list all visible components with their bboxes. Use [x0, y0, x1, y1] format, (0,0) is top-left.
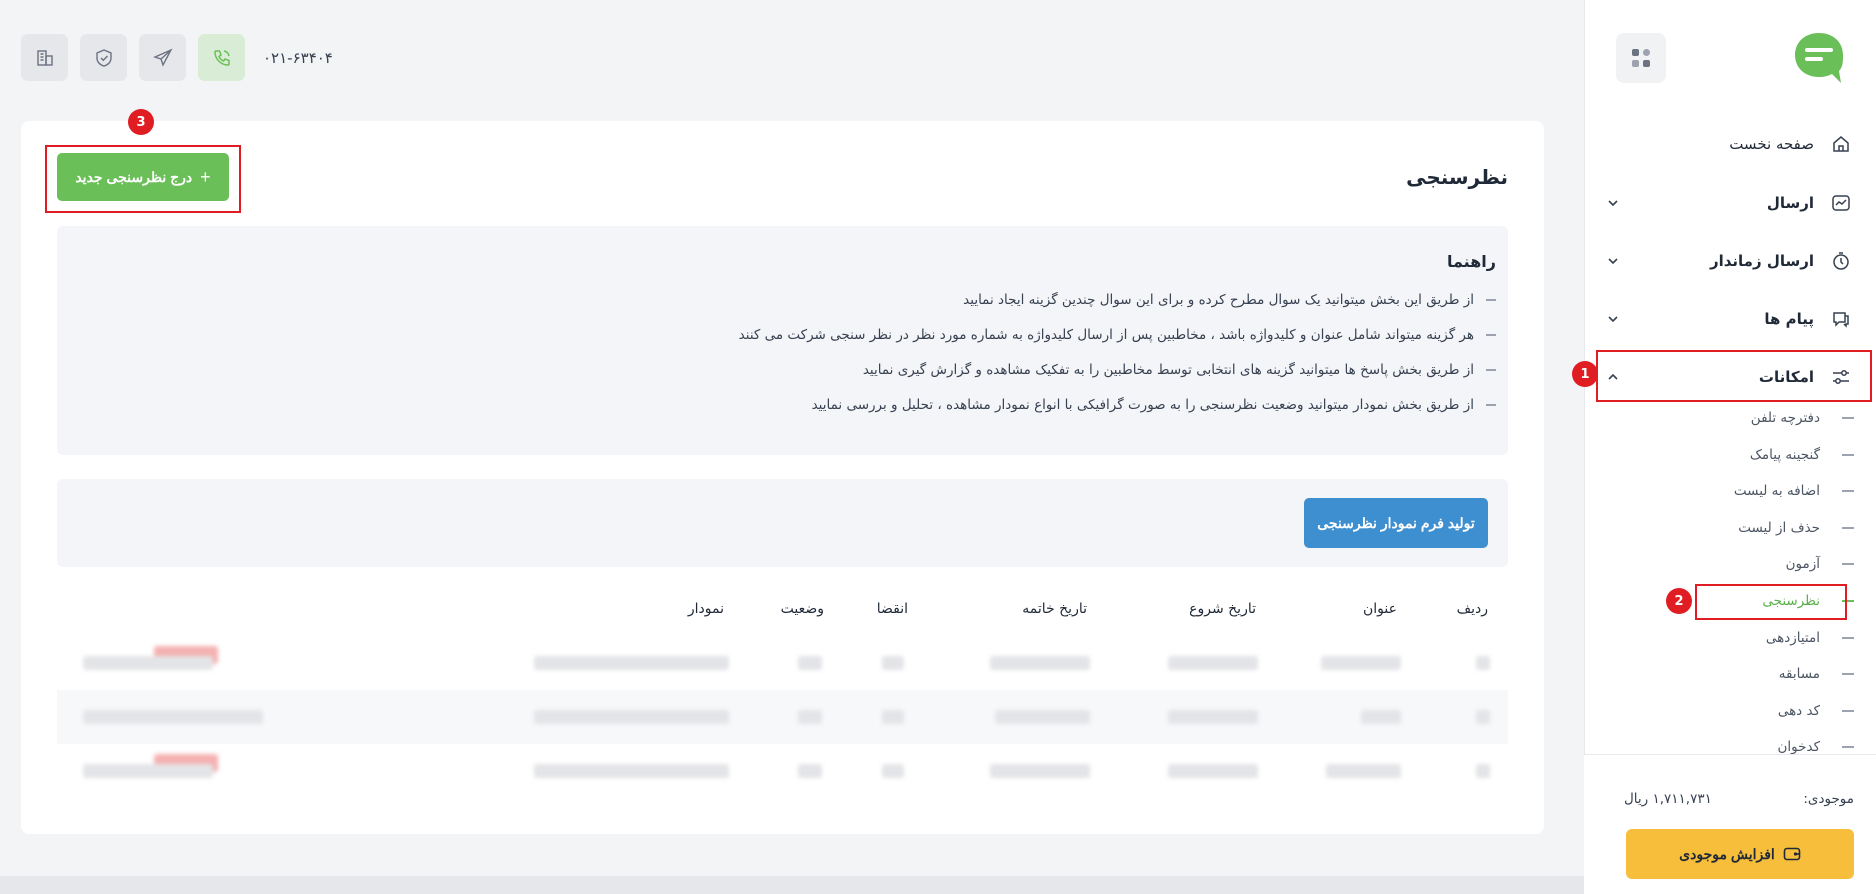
nav-messages-label: پیام ها — [1764, 310, 1814, 328]
highlight-box-features — [1596, 350, 1872, 402]
nav-home-label: صفحه نخست — [1729, 135, 1814, 153]
annotation-badge-3: 3 — [128, 109, 154, 135]
col-chart: نمودار — [687, 601, 724, 617]
sub-item-coding[interactable]: کد دهی — [1604, 696, 1854, 726]
sub-item-label: حذف از لیست — [1738, 520, 1820, 536]
organization-button[interactable] — [21, 34, 68, 81]
send-list-icon — [1828, 190, 1854, 216]
highlight-box-poll — [1695, 584, 1847, 620]
apps-grid-icon — [1632, 49, 1650, 67]
topup-button[interactable]: افزایش موجودی — [1626, 829, 1854, 879]
col-status: وضعیت — [780, 601, 824, 617]
sub-item-phonebook[interactable]: دفترچه تلفن — [1604, 403, 1854, 433]
top-actions: ۰۲۱-۶۳۴۰۴ — [21, 34, 333, 81]
apps-grid-button[interactable] — [1616, 33, 1666, 83]
table-row[interactable] — [57, 744, 1508, 798]
sub-item-label: کد دهی — [1777, 703, 1820, 719]
guide-line: از طریق بخش نمودار میتوانید وضعیت نظرسنج… — [812, 397, 1496, 413]
telegram-button[interactable] — [139, 34, 186, 81]
highlight-box-add-poll — [45, 145, 241, 213]
security-button[interactable] — [80, 34, 127, 81]
table-row[interactable] — [57, 636, 1508, 690]
nav-scheduled-send[interactable]: ارسال زماندار — [1604, 243, 1854, 279]
col-end-date: تاریخ خاتمه — [1022, 601, 1087, 617]
chart-form-panel: تولید فرم نمودار نظرسنجی — [57, 479, 1508, 567]
sub-item-remove-from-list[interactable]: حذف از لیست — [1604, 513, 1854, 543]
balance-label: موجودی: — [1803, 791, 1854, 807]
sub-item-label: مسابقه — [1778, 666, 1820, 682]
guide-line: از طریق بخش پاسخ ها میتوانید گزینه های ا… — [863, 362, 1496, 378]
nav-send-label: ارسال — [1766, 194, 1814, 212]
chevron-down-icon — [1608, 258, 1618, 265]
sub-item-label: امتیازدهی — [1765, 630, 1820, 646]
home-icon — [1828, 131, 1854, 157]
page-title: نظرسنجی — [1406, 165, 1508, 189]
guide-panel: راهنما از طریق این بخش میتوانید یک سوال … — [57, 226, 1508, 455]
col-row: ردیف — [1456, 601, 1488, 617]
nav-send[interactable]: ارسال — [1604, 185, 1854, 221]
sub-item-sms-archive[interactable]: گنجینه پیامک — [1604, 440, 1854, 470]
guide-title: راهنما — [1446, 252, 1496, 271]
sub-item-label: اضافه به لیست — [1733, 483, 1820, 499]
sub-item-label: کدخوان — [1777, 739, 1821, 755]
sub-item-add-to-list[interactable]: اضافه به لیست — [1604, 476, 1854, 506]
annotation-badge-1: 1 — [1572, 361, 1598, 387]
shield-check-icon — [95, 48, 112, 67]
sub-item-label: آزمون — [1785, 556, 1820, 572]
guide-line: هر گزینه میتواند شامل عنوان و کلیدواژه ب… — [739, 327, 1496, 343]
timer-icon — [1828, 248, 1854, 274]
annotation-badge-2: 2 — [1666, 588, 1692, 614]
building-icon — [36, 49, 53, 66]
balance-value: ۱,۷۱۱,۷۳۱ ریال — [1624, 791, 1712, 807]
sub-item-label: دفترچه تلفن — [1750, 410, 1820, 426]
balance-row: موجودی: ۱,۷۱۱,۷۳۱ ریال — [1624, 791, 1854, 807]
guide-line: از طریق این بخش میتوانید یک سوال مطرح کر… — [963, 292, 1496, 308]
sub-item-quiz[interactable]: آزمون — [1604, 549, 1854, 579]
phone-icon — [213, 49, 230, 66]
call-button[interactable] — [198, 34, 245, 81]
sidebar-footer: موجودی: ۱,۷۱۱,۷۳۱ ریال افزایش موجودی — [1584, 754, 1876, 894]
chevron-down-icon — [1608, 316, 1618, 323]
logo-icon[interactable] — [1791, 30, 1847, 86]
topup-label: افزایش موجودی — [1679, 845, 1775, 862]
wallet-icon — [1783, 846, 1801, 862]
col-title: عنوان — [1363, 601, 1397, 617]
table-header: ردیف عنوان تاریخ شروع تاریخ خاتمه انقضا … — [57, 601, 1508, 631]
support-phone: ۰۲۱-۶۳۴۰۴ — [263, 48, 333, 67]
main-card: نظرسنجی + درج نظرسنجی جدید 3 راهنما از ط… — [21, 109, 1544, 834]
nav-scheduled-send-label: ارسال زماندار — [1709, 252, 1814, 270]
table-row[interactable] — [57, 690, 1508, 744]
nav-home[interactable]: صفحه نخست — [1604, 126, 1854, 162]
sub-item-scoring[interactable]: امتیازدهی — [1604, 623, 1854, 653]
sub-item-label: گنجینه پیامک — [1749, 447, 1820, 463]
nav-messages[interactable]: پیام ها — [1604, 301, 1854, 337]
col-start-date: تاریخ شروع — [1189, 601, 1256, 617]
sub-item-contest[interactable]: مسابقه — [1604, 659, 1854, 689]
chevron-down-icon — [1608, 200, 1618, 207]
messages-icon — [1828, 306, 1854, 332]
generate-chart-form-button[interactable]: تولید فرم نمودار نظرسنجی — [1304, 498, 1488, 548]
horizontal-scrollbar[interactable] — [0, 876, 1584, 894]
send-icon — [152, 48, 173, 67]
col-expiry: انقضا — [876, 601, 908, 617]
sidebar: صفحه نخست ارسال ارسال زماندار پیام ها ام… — [1572, 0, 1876, 894]
